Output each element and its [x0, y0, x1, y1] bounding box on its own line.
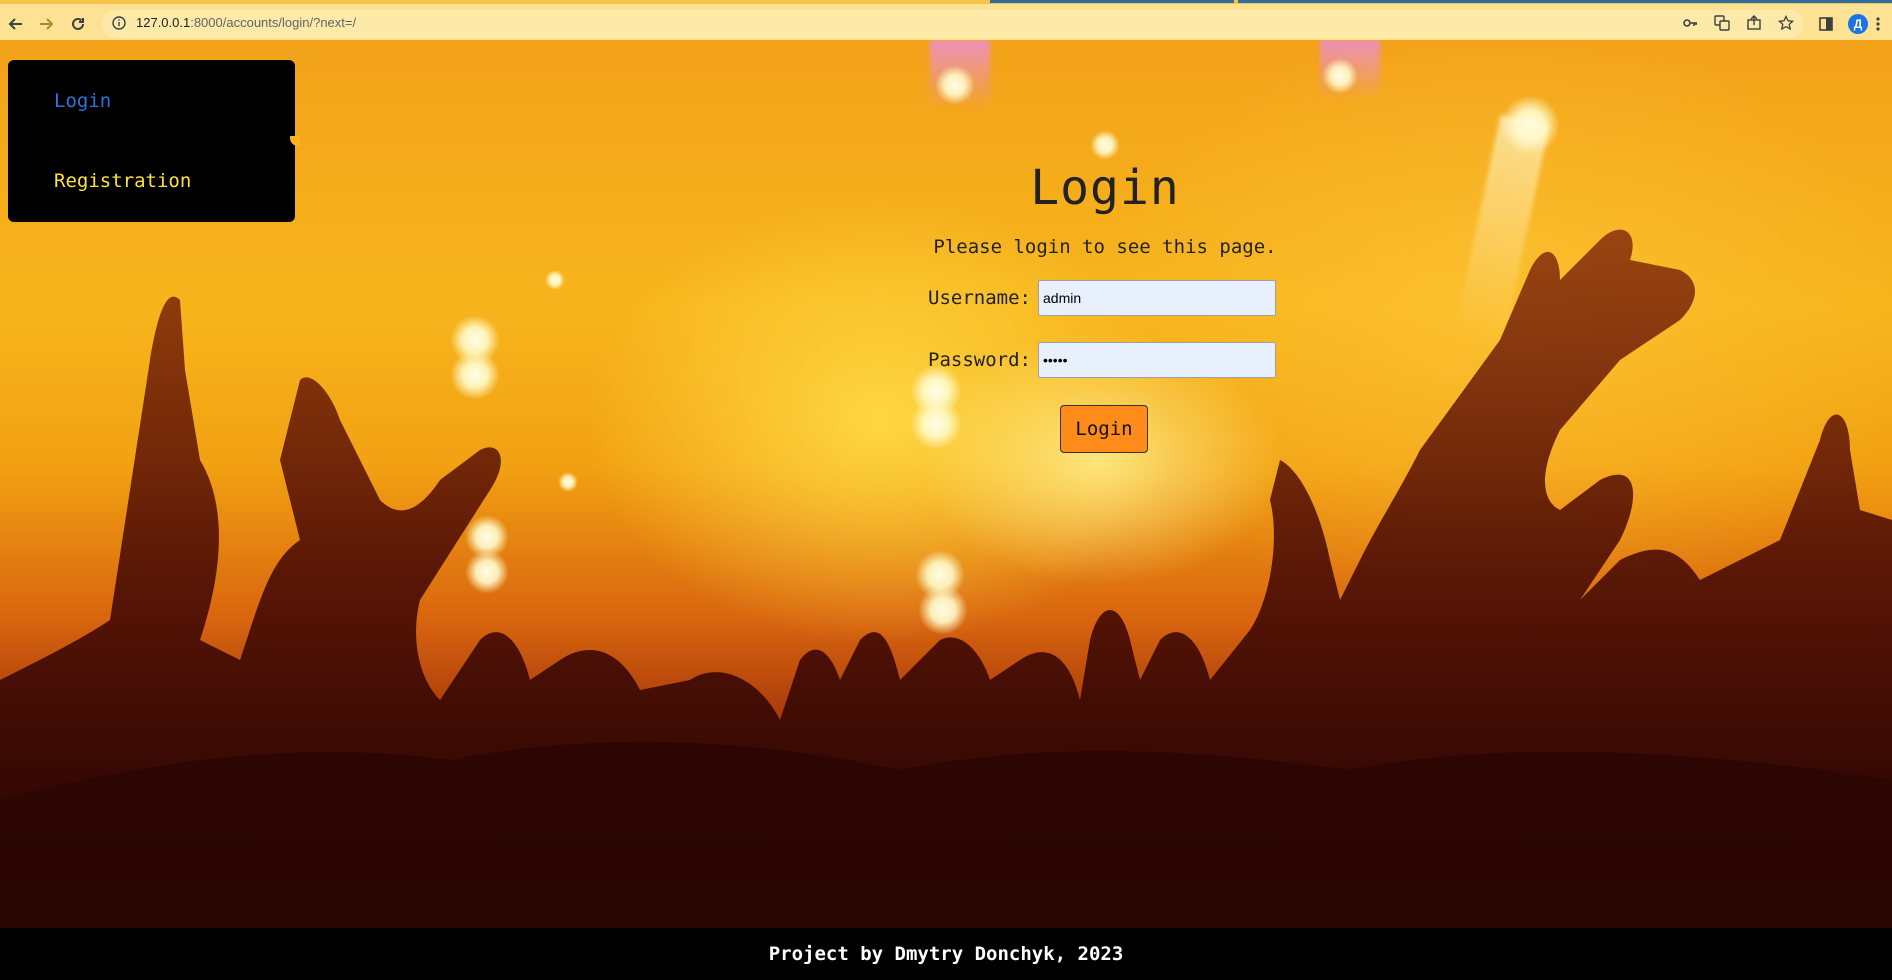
info-icon[interactable] — [112, 16, 126, 30]
reload-icon — [72, 17, 84, 30]
tab-accent — [1238, 0, 1892, 3]
password-field[interactable] — [1038, 342, 1276, 378]
browser-toolbar: 127.0.0.1:8000/accounts/login/?next=/ Д — [0, 0, 1892, 40]
page-background: Login Registration Login Please login to… — [0, 40, 1892, 928]
login-prompt: Please login to see this page. — [933, 236, 1277, 258]
sidebar-item-login[interactable]: Login — [54, 90, 111, 112]
forward-arrow-icon — [40, 18, 54, 30]
tab-accent — [990, 0, 1234, 3]
sidebar-nav: Login Registration — [8, 60, 300, 222]
side-panel-button[interactable] — [1812, 10, 1840, 38]
url-text: 127.0.0.1:8000/accounts/login/?next=/ — [136, 15, 356, 30]
back-arrow-icon — [8, 18, 22, 30]
browser-menu-button[interactable] — [1868, 10, 1888, 38]
password-label: Password: — [928, 349, 1031, 371]
footer: Project by Dmytry Donchyk, 2023 — [0, 928, 1892, 980]
share-icon[interactable] — [1746, 15, 1762, 31]
back-button[interactable] — [2, 10, 30, 38]
username-label: Username: — [928, 287, 1031, 309]
menu-icon — [1876, 17, 1880, 31]
star-icon[interactable] — [1778, 15, 1794, 31]
login-form: Login Please login to see this page. Use… — [870, 160, 1340, 453]
sidebar-panel-icon — [1819, 17, 1833, 31]
sidebar-notch — [290, 136, 300, 146]
sidebar-item-registration[interactable]: Registration — [54, 170, 191, 192]
password-row: Password: — [928, 342, 1288, 380]
url-path: :8000/accounts/login/?next=/ — [190, 15, 357, 30]
footer-credit: Project by Dmytry Donchyk, 2023 — [768, 943, 1124, 965]
address-bar[interactable]: 127.0.0.1:8000/accounts/login/?next=/ — [102, 10, 1804, 38]
page-title: Login — [1030, 160, 1180, 216]
url-host: 127.0.0.1 — [136, 15, 191, 30]
username-row: Username: — [928, 280, 1288, 318]
login-button[interactable]: Login — [1060, 405, 1148, 453]
key-icon[interactable] — [1682, 15, 1698, 31]
username-field[interactable] — [1038, 280, 1276, 316]
avatar: Д — [1848, 14, 1868, 34]
forward-button[interactable] — [32, 10, 60, 38]
translate-icon[interactable] — [1714, 15, 1730, 31]
reload-button[interactable] — [64, 10, 92, 38]
